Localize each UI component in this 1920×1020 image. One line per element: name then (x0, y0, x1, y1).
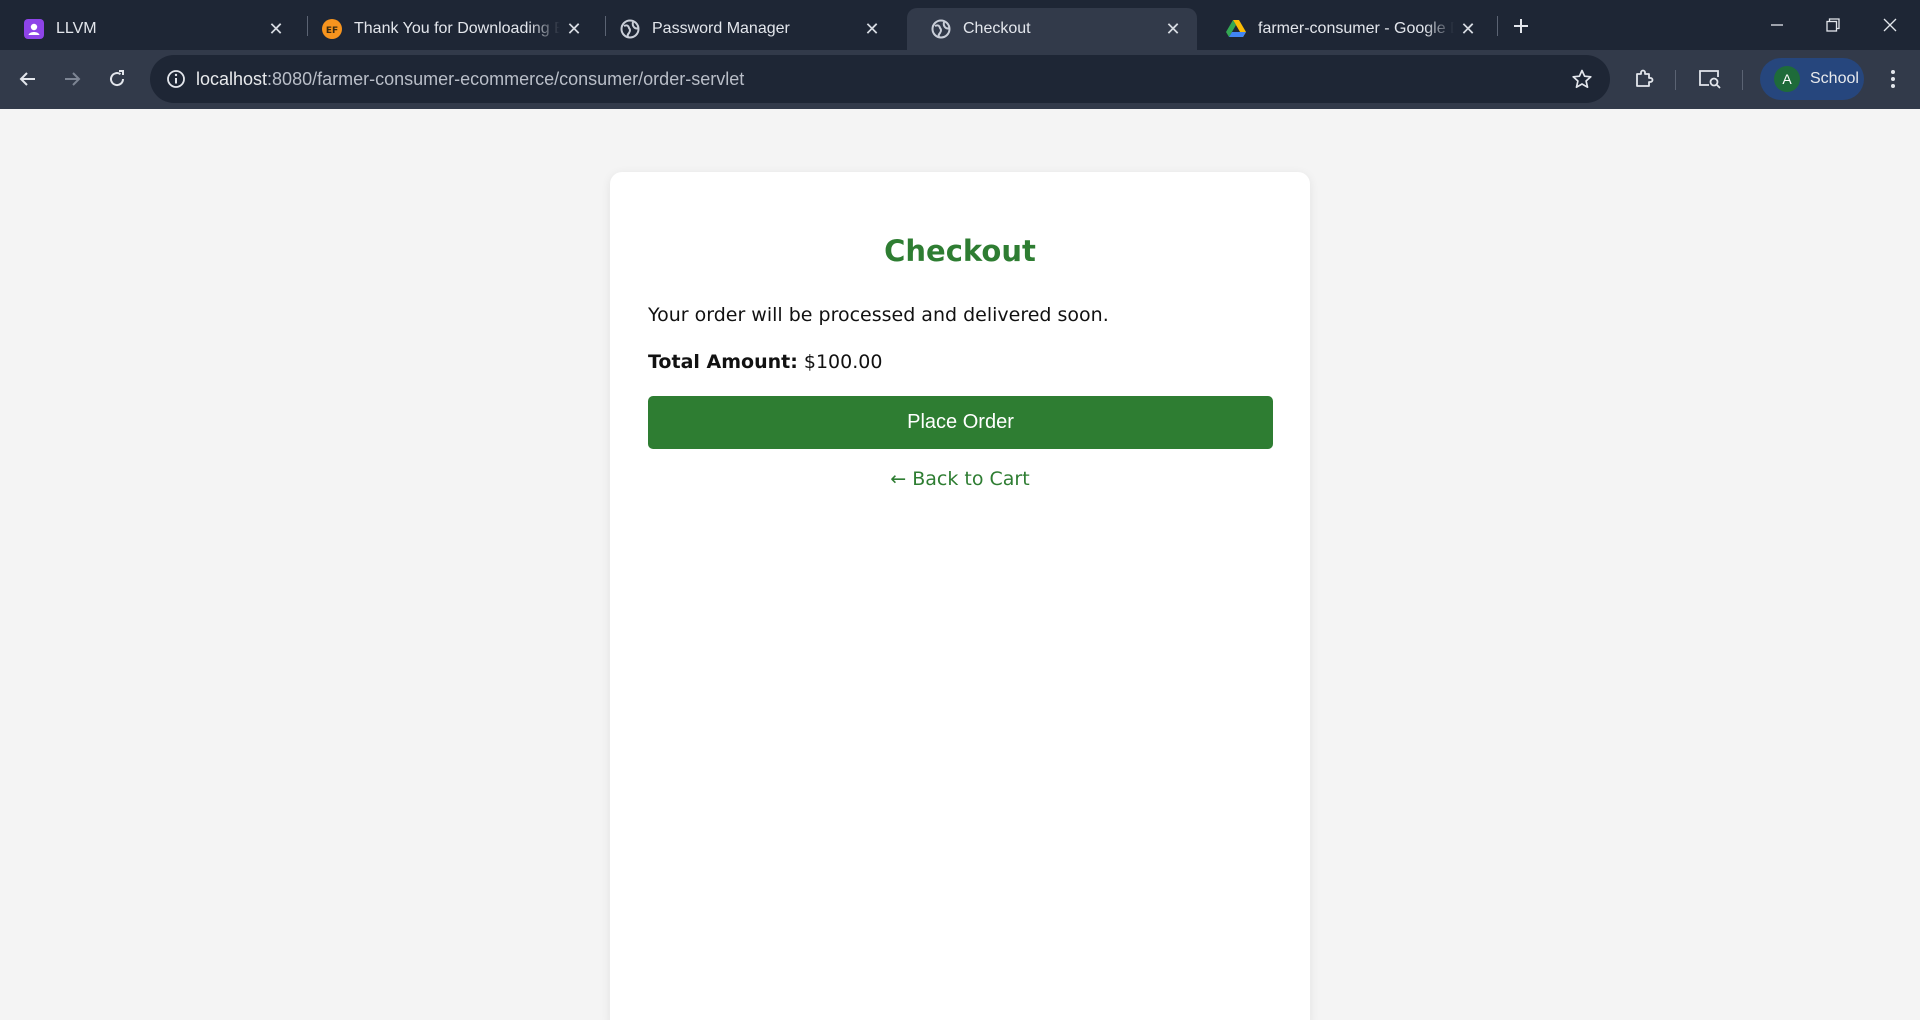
arrow-left-icon (19, 72, 35, 86)
tab-title: Thank You for Downloading Eclipse (354, 20, 560, 37)
tab-separator (1497, 16, 1498, 36)
address-bar[interactable]: localhost:8080/farmer-consumer-ecommerce… (150, 55, 1610, 103)
reload-button[interactable] (97, 59, 137, 99)
tab-eclipse[interactable]: EF Thank You for Downloading Eclipse ✕ (298, 8, 598, 50)
eclipse-foundation-icon: EF (322, 19, 342, 39)
url-host: localhost (196, 69, 268, 89)
globe-icon (931, 19, 951, 39)
forward-button[interactable] (52, 59, 92, 99)
tab-title: Checkout (963, 20, 1031, 37)
restore-button[interactable] (1805, 0, 1861, 50)
tab-title: farmer-consumer - Google Drive (1258, 20, 1454, 37)
minimize-button[interactable] (1749, 0, 1805, 50)
browser-toolbar: localhost:8080/farmer-consumer-ecommerce… (0, 50, 1920, 109)
url-path: :8080/farmer-consumer-ecommerce/consumer… (267, 69, 745, 89)
screen-search-icon (1699, 70, 1721, 89)
reload-icon (110, 70, 125, 87)
tab-google-drive[interactable]: farmer-consumer - Google Drive ✕ (1202, 8, 1492, 50)
close-icon (1883, 18, 1897, 32)
place-order-button[interactable]: Place Order (648, 396, 1273, 449)
purple-contacts-icon (24, 19, 44, 39)
total-amount: Total Amount: $100.00 (648, 351, 882, 373)
close-icon[interactable]: ✕ (1159, 15, 1187, 43)
plus-icon (1514, 19, 1528, 33)
globe-icon (620, 19, 640, 39)
google-drive-icon (1226, 19, 1246, 39)
cast-search-button[interactable] (1690, 59, 1730, 99)
tab-checkout[interactable]: Checkout ✕ (907, 8, 1197, 50)
back-to-cart-link[interactable]: ← Back to Cart (610, 468, 1310, 490)
page-viewport: Checkout Your order will be processed an… (0, 109, 1920, 1020)
checkout-card: Checkout Your order will be processed an… (610, 172, 1310, 1020)
total-label: Total Amount: (648, 351, 798, 373)
close-window-button[interactable] (1862, 0, 1918, 50)
eclipse-badge-text: EF (326, 26, 338, 36)
new-tab-button[interactable] (1506, 11, 1536, 41)
close-icon[interactable]: ✕ (262, 15, 290, 43)
restore-icon (1826, 18, 1840, 32)
bookmark-star-icon[interactable] (1566, 63, 1598, 95)
minimize-icon (1771, 24, 1783, 26)
url-text[interactable]: localhost:8080/farmer-consumer-ecommerce… (196, 55, 744, 103)
tab-title: LLVM (56, 20, 97, 37)
profile-name: School (1810, 70, 1859, 87)
profile-button[interactable]: A School (1760, 58, 1864, 100)
toolbar-separator (1675, 70, 1676, 90)
total-value: $100.00 (803, 351, 883, 373)
back-button[interactable] (8, 59, 48, 99)
tab-llvm[interactable]: LLVM ✕ (0, 8, 300, 50)
puzzle-icon (1636, 69, 1654, 87)
avatar: A (1774, 66, 1800, 92)
tab-password-manager[interactable]: Password Manager ✕ (596, 8, 896, 50)
site-info-icon[interactable] (160, 63, 192, 95)
kebab-menu-icon (1891, 70, 1895, 88)
arrow-right-icon (65, 72, 81, 86)
menu-button[interactable] (1873, 59, 1913, 99)
close-icon[interactable]: ✕ (560, 15, 588, 43)
toolbar-separator (1742, 70, 1743, 90)
tab-strip: LLVM ✕ EF Thank You for Downloading Ecli… (0, 0, 1920, 50)
extensions-button[interactable] (1624, 59, 1664, 99)
page-title: Checkout (884, 234, 1036, 268)
order-message: Your order will be processed and deliver… (648, 304, 1109, 326)
tab-title: Password Manager (652, 20, 790, 37)
close-icon[interactable]: ✕ (1454, 15, 1482, 43)
close-icon[interactable]: ✕ (858, 15, 886, 43)
